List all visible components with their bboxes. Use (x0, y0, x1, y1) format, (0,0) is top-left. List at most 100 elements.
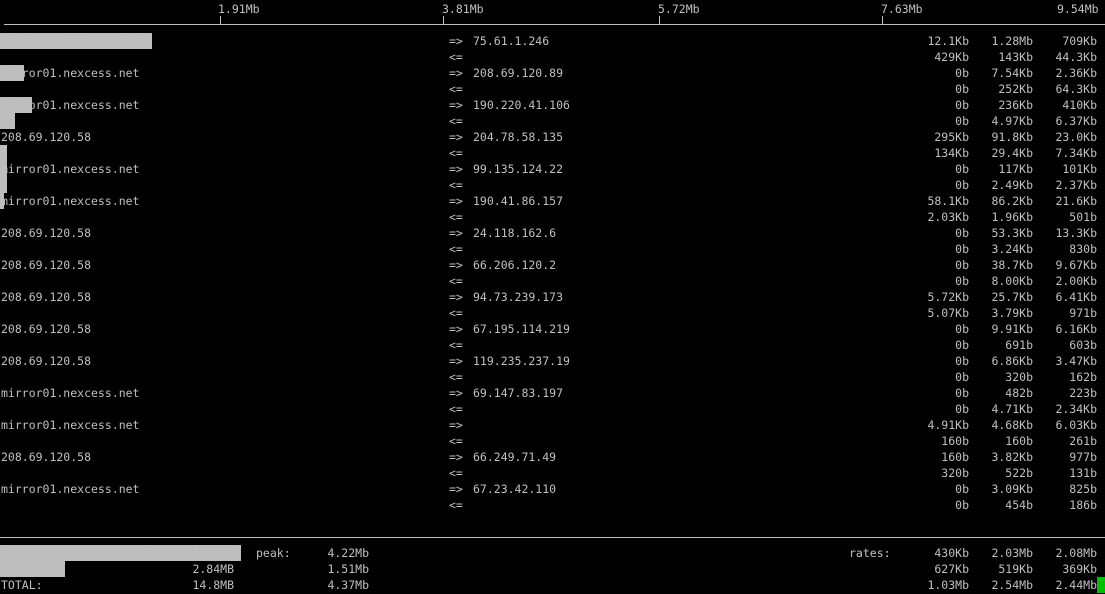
local-host: 208.69.120.58 (1, 226, 92, 240)
connection-in-row[interactable]: <= 429Kb 143Kb 44.3Kb (0, 49, 1105, 65)
scale-label: 5.72Mb (658, 2, 700, 16)
rate-40s: 2.00Kb (1055, 274, 1097, 288)
rate-10s: 1.28Mb (991, 34, 1033, 48)
rate-40s: 2.37Kb (1055, 178, 1097, 192)
rate-10s: 3.79Kb (991, 306, 1033, 320)
tx-label: TX: (1, 546, 22, 560)
direction-arrow: <= (449, 82, 463, 96)
rate-10s: 117Kb (998, 162, 1033, 176)
rate-10s: 2.49Kb (991, 178, 1033, 192)
remote-host: 69.147.83.197 (473, 386, 564, 400)
direction-arrow: <= (449, 338, 463, 352)
direction-arrow: => (449, 34, 463, 48)
connection-out-row[interactable]: mirror01.nexcess.net => 99.135.124.22 0b 117… (0, 161, 1105, 177)
remote-host: 204.78.58.135 (473, 130, 564, 144)
rate-10s: 143Kb (998, 50, 1033, 64)
terminal-cursor (1097, 577, 1105, 593)
connection-in-row[interactable]: <= 0b 4.71Kb 2.34Kb (0, 401, 1105, 417)
connection-out-row[interactable]: 208.69.120.58 => 67.195.114.219 0b 9.91Kb 6.1… (0, 321, 1105, 337)
rx-rate-10s: 519Kb (998, 562, 1033, 576)
direction-arrow: <= (449, 210, 463, 224)
rx-label: RX: (1, 562, 22, 576)
rate-40s: 261b (1069, 434, 1097, 448)
rate-10s: 8.00Kb (991, 274, 1033, 288)
rate-10s: 29.4Kb (991, 146, 1033, 160)
rate-40s: 825b (1069, 482, 1097, 496)
rate-40s: 44.3Kb (1055, 50, 1097, 64)
rate-2s: 0b (955, 226, 969, 240)
connection-out-row[interactable]: mirror01.nexcess.net => 69.147.83.197 0b 482… (0, 385, 1105, 401)
scale-label: 7.63Mb (881, 2, 923, 16)
rx-rate-40s: 369Kb (1062, 562, 1097, 576)
rate-2s: 320b (941, 466, 969, 480)
connection-in-row[interactable]: <= 0b 3.24Kb 830b (0, 241, 1105, 257)
connection-in-row[interactable]: <= 5.07Kb 3.79Kb 971b (0, 305, 1105, 321)
connection-in-row[interactable]: <= 320b 522b 131b (0, 465, 1105, 481)
rate-40s: 131b (1069, 466, 1097, 480)
connection-out-row[interactable]: mirror01.nexcess.net => 75.61.1.246 12.1Kb 1… (0, 33, 1105, 49)
connection-in-row[interactable]: <= 2.03Kb 1.96Kb 501b (0, 209, 1105, 225)
connection-in-row[interactable]: <= 0b 2.49Kb 2.37Kb (0, 177, 1105, 193)
rate-10s: 522b (1005, 466, 1033, 480)
connection-out-row[interactable]: 208.69.120.58 => 24.118.162.6 0b 53.3Kb 13.3K… (0, 225, 1105, 241)
connection-in-row[interactable]: <= 0b 4.97Kb 6.37Kb (0, 113, 1105, 129)
connection-out-row[interactable]: mirror01.nexcess.net => 190.41.86.157 58.1K… (0, 193, 1105, 209)
connection-in-row[interactable]: <= 0b 320b 162b (0, 369, 1105, 385)
rate-40s: 186b (1069, 498, 1097, 512)
footer-divider (0, 537, 1105, 538)
total-peak: 4.37Mb (327, 578, 369, 592)
remote-host: 66.249.71.49 (473, 450, 557, 464)
rate-40s: 971b (1069, 306, 1097, 320)
rate-2s: 0b (955, 274, 969, 288)
connection-out-row[interactable]: 208.69.120.58 => 66.206.120.2 0b 38.7Kb 9.67K… (0, 257, 1105, 273)
remote-host: 24.118.162.6 (473, 226, 557, 240)
direction-arrow: => (449, 98, 463, 112)
rate-2s: 2.03Kb (927, 210, 969, 224)
connection-out-row[interactable]: 208.69.120.58 => 119.235.237.19 0b 6.86Kb 3.4… (0, 353, 1105, 369)
local-host: 208.69.120.58 (1, 290, 92, 304)
direction-arrow: <= (449, 402, 463, 416)
local-host: mirror01.nexcess.net (1, 34, 140, 48)
remote-host: 94.73.239.173 (473, 290, 564, 304)
rate-10s: 1.96Kb (991, 210, 1033, 224)
connection-out-row[interactable]: 208.69.120.58 => 94.73.239.173 5.72Kb 25.7Kb… (0, 289, 1105, 305)
remote-host: 67.195.114.219 (473, 322, 570, 336)
connection-out-row[interactable]: 208.69.120.58 => 204.78.58.135 295Kb 91.8Kb 2… (0, 129, 1105, 145)
connection-in-row[interactable]: <= 134Kb 29.4Kb 7.34Kb (0, 145, 1105, 161)
rate-40s: 7.34Kb (1055, 146, 1097, 160)
scale-tick (882, 16, 883, 24)
rate-10s: 482b (1005, 386, 1033, 400)
rate-2s: 0b (955, 82, 969, 96)
rate-2s: 0b (955, 482, 969, 496)
tx-cumm: 12.0MB (192, 546, 234, 560)
connection-out-row[interactable]: mirror01.nexcess.net => 190.220.41.106 0b 23… (0, 97, 1105, 113)
connection-out-row[interactable]: 208.69.120.58 => 66.249.71.49 160b 3.82Kb 977… (0, 449, 1105, 465)
connection-in-row[interactable]: <= 0b 8.00Kb 2.00Kb (0, 273, 1105, 289)
connection-out-row[interactable]: mirror01.nexcess.net => 4.91Kb 4.68Kb 6.03Kb (0, 417, 1105, 433)
connection-in-row[interactable]: <= 160b 160b 261b (0, 433, 1105, 449)
rate-10s: 6.86Kb (991, 354, 1033, 368)
local-host: 208.69.120.58 (1, 322, 92, 336)
local-host: mirror01.nexcess.net (1, 418, 140, 432)
rate-10s: 252Kb (998, 82, 1033, 96)
remote-host: 190.220.41.106 (473, 98, 570, 112)
remote-host: 66.206.120.2 (473, 258, 557, 272)
connection-out-row[interactable]: mirror01.nexcess.net => 208.69.120.89 0b 7.5… (0, 65, 1105, 81)
direction-arrow: <= (449, 50, 463, 64)
connection-out-row[interactable]: mirror01.nexcess.net => 67.23.42.110 0b 3.09… (0, 481, 1105, 497)
rate-10s: 691b (1005, 338, 1033, 352)
rate-2s: 0b (955, 322, 969, 336)
direction-arrow: <= (449, 274, 463, 288)
tx-rate-2s: 430Kb (934, 546, 969, 560)
rate-10s: 160b (1005, 434, 1033, 448)
connection-in-row[interactable]: <= 0b 691b 603b (0, 337, 1105, 353)
local-host: 208.69.120.58 (1, 354, 92, 368)
rate-2s: 0b (955, 258, 969, 272)
scale-tick (443, 16, 444, 24)
rate-40s: 603b (1069, 338, 1097, 352)
rate-10s: 38.7Kb (991, 258, 1033, 272)
local-host: mirror01.nexcess.net (1, 482, 140, 496)
connection-in-row[interactable]: <= 0b 454b 186b (0, 497, 1105, 513)
connection-in-row[interactable]: <= 0b 252Kb 64.3Kb (0, 81, 1105, 97)
rate-40s: 977b (1069, 450, 1097, 464)
